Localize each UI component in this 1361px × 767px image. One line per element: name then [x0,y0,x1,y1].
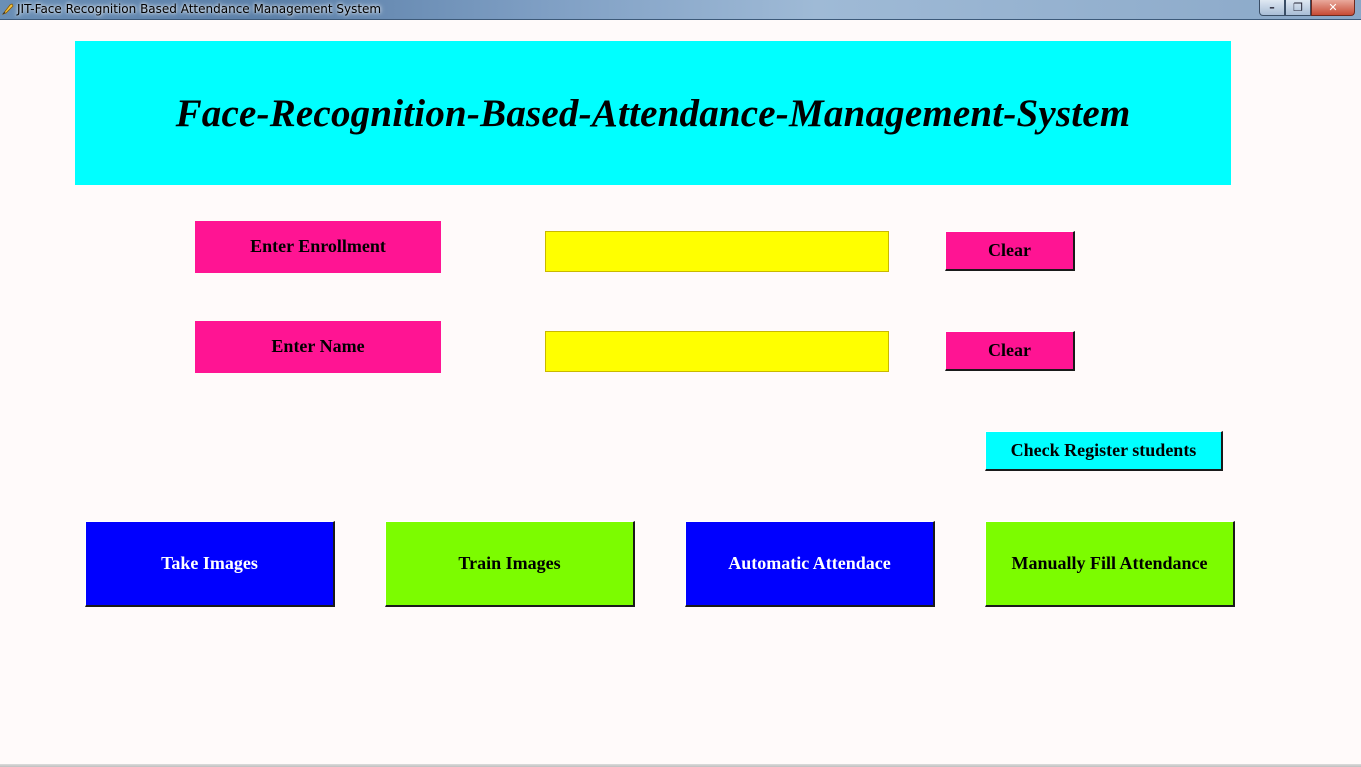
manual-attendance-button[interactable]: Manually Fill Attendance [985,521,1235,607]
minimize-button[interactable]: – [1259,0,1285,16]
name-input[interactable] [545,331,889,372]
check-register-students-button[interactable]: Check Register students [985,431,1223,471]
feather-pen-icon [2,3,14,15]
enrollment-label: Enter Enrollment [195,221,441,273]
minimize-icon: – [1269,1,1275,14]
window-controls: – ❐ ✕ [1259,0,1355,18]
take-images-button[interactable]: Take Images [85,521,335,607]
enrollment-input[interactable] [545,231,889,272]
maximize-button[interactable]: ❐ [1285,0,1311,16]
title-bar[interactable]: JIT-Face Recognition Based Attendance Ma… [0,0,1361,20]
app-window: JIT-Face Recognition Based Attendance Ma… [0,0,1361,767]
header-banner: Face-Recognition-Based-Attendance-Manage… [75,41,1231,185]
automatic-attendance-button[interactable]: Automatic Attendace [685,521,935,607]
clear-enrollment-button[interactable]: Clear [945,231,1075,271]
name-label: Enter Name [195,321,441,373]
close-icon: ✕ [1328,1,1338,14]
close-button[interactable]: ✕ [1311,0,1355,16]
train-images-button[interactable]: Train Images [385,521,635,607]
maximize-icon: ❐ [1293,1,1303,14]
window-title: JIT-Face Recognition Based Attendance Ma… [17,2,382,16]
clear-name-button[interactable]: Clear [945,331,1075,371]
page-title: Face-Recognition-Based-Attendance-Manage… [175,91,1131,135]
